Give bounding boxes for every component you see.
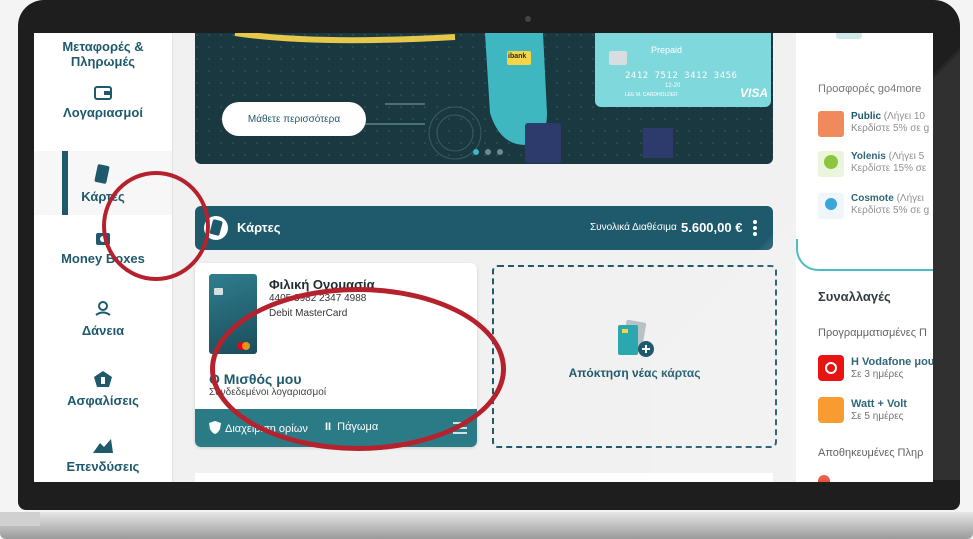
- highlight-circle: [102, 171, 210, 281]
- offer-item[interactable]: Public (Λήγει 10 Κερδίστε 5% σε g: [818, 109, 933, 139]
- banner-card-expiry: 12-20: [665, 83, 681, 89]
- public-logo-icon: [818, 111, 844, 137]
- carousel-dots[interactable]: [473, 142, 509, 160]
- add-card-icon: [618, 319, 654, 357]
- saved-payments-label: Αποθηκευμένες Πληρ: [818, 447, 924, 459]
- offer-desc: Κερδίστε 15% σε: [851, 163, 927, 174]
- offer-expiry: (Λήγει 10: [883, 111, 925, 122]
- sidebar-item-label: Δάνεια: [81, 323, 125, 338]
- loan-icon: [95, 301, 111, 316]
- sidebar-item-accounts[interactable]: Λογαριασμοί: [34, 83, 172, 120]
- vodafone-logo-icon: [818, 355, 844, 381]
- insurance-icon: [94, 371, 112, 387]
- scheduled-payments-label: Προγραμματισμένες Π: [818, 327, 927, 339]
- get-new-card-label: Απόκτηση νέας κάρτας: [568, 366, 701, 380]
- laptop-hinge: [0, 512, 40, 526]
- offer-desc: Κερδίστε 5% σε g: [851, 205, 930, 216]
- camera-icon: [525, 16, 531, 22]
- card-icon: [94, 164, 110, 184]
- sidebar-item-label: Ασφαλίσεις: [67, 393, 139, 408]
- app-screen: Μεταφορές & Πληρωμές Λογαριασμοί Κάρτες …: [34, 33, 933, 482]
- watt-volt-logo-icon: [818, 397, 844, 423]
- learn-more-button[interactable]: Μάθετε περισσότερα: [222, 102, 366, 136]
- transactions-title: Συναλλαγές: [818, 289, 891, 304]
- banner-card-brand: VISA: [740, 86, 769, 100]
- wallet-icon: [94, 86, 112, 100]
- offer-item[interactable]: Cosmote (Λήγει Κερδίστε 5% σε g: [818, 191, 933, 221]
- sidebar-item-label: Μεταφορές & Πληρωμές: [62, 39, 144, 69]
- offer-item[interactable]: Yolenis (Λήγει 5 Κερδίστε 15% σε: [818, 149, 933, 179]
- cosmote-logo-icon: [818, 193, 844, 219]
- section-title: Κάρτες: [237, 220, 281, 235]
- offer-name: Public: [851, 111, 882, 122]
- payment-name: Watt + Volt: [851, 398, 907, 410]
- payment-name: Η Vodafone μου: [851, 356, 933, 368]
- offers-title: Προσφορές go4more: [818, 83, 922, 95]
- sidebar-item-loans[interactable]: Δάνεια: [34, 299, 172, 338]
- sidebar-item-insurance[interactable]: Ασφαλίσεις: [34, 369, 172, 408]
- sidebar-item-transfers[interactable]: Μεταφορές & Πληρωμές: [34, 39, 172, 69]
- sidebar-item-label: Επενδύσεις: [66, 459, 140, 474]
- scheduled-payment-item[interactable]: Η Vodafone μου Σε 3 ημέρες: [818, 355, 933, 385]
- next-section-edge: [195, 473, 773, 482]
- cards-section-header: Κάρτες Συνολικά Διαθέσιμα 5.600,00 €: [195, 206, 773, 250]
- payment-when: Σε 5 ημέρες: [851, 411, 904, 422]
- more-options-icon[interactable]: [752, 218, 758, 238]
- banner-card-number: 2412 7512 3412 3456: [625, 71, 738, 81]
- right-panel: Προσφορές go4more Public (Λήγει 10 Κερδί…: [796, 33, 933, 482]
- promo-banner: ibank Prepaid 2412 7512 3412 3456 12-20 …: [195, 33, 773, 164]
- highlight-circle: [210, 287, 506, 451]
- get-new-card-tile[interactable]: Απόκτηση νέας κάρτας: [492, 265, 777, 448]
- sidebar-item-label: Λογαριασμοί: [63, 105, 143, 120]
- offer-expiry: (Λήγει: [896, 193, 924, 204]
- offer-expiry: (Λήγει 5: [888, 151, 925, 162]
- section-divider: [796, 239, 933, 271]
- yolenis-logo-icon: [818, 151, 844, 177]
- top-widget-edge: [836, 33, 862, 39]
- offer-name: Yolenis: [851, 151, 886, 162]
- investments-icon: [93, 439, 113, 453]
- offer-name: Cosmote: [851, 193, 894, 204]
- saved-payment-icon: [818, 475, 830, 482]
- banner-card-prepaid: Prepaid: [651, 45, 683, 55]
- total-available-label: Συνολικά Διαθέσιμα: [590, 222, 677, 233]
- shield-icon: [209, 421, 221, 434]
- offer-desc: Κερδίστε 5% σε g: [851, 123, 930, 134]
- active-indicator: [62, 151, 68, 215]
- banner-card-holder: LEE M. CARDHOLDER: [625, 92, 678, 98]
- sidebar-item-investments[interactable]: Επενδύσεις: [34, 437, 172, 474]
- scheduled-payment-item[interactable]: Watt + Volt Σε 5 ημέρες: [818, 397, 933, 427]
- payment-when: Σε 3 ημέρες: [851, 369, 904, 380]
- banner-band-label: ibank: [508, 53, 527, 60]
- laptop-base: [0, 512, 973, 539]
- total-available-value: 5.600,00 €: [681, 220, 743, 235]
